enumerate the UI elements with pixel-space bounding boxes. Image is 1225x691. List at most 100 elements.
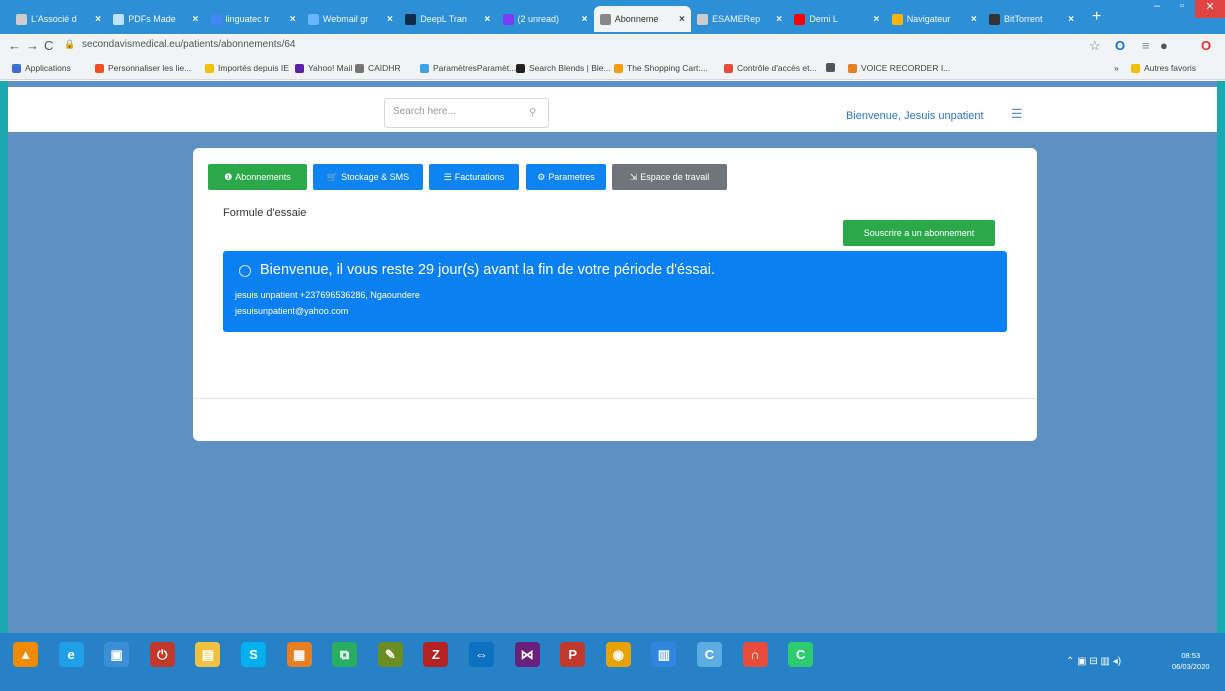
browser-tab-title: Demi L [809, 14, 838, 24]
browser-tab[interactable]: Abonneme × [593, 6, 691, 32]
subscribe-button[interactable]: Souscrire a un abonnement [843, 220, 995, 246]
close-tab-icon[interactable]: × [679, 14, 685, 25]
close-tab-icon[interactable]: × [582, 14, 588, 25]
c-app-icon[interactable]: C [697, 642, 722, 667]
system-tray-icons[interactable]: ⌃ ▣ ⊟ ▥ ◂) [1066, 656, 1121, 667]
bookmark-item[interactable]: Search Blends | Ble... [516, 63, 611, 73]
system-clock[interactable]: 08:53 06/03/2020 [1172, 650, 1210, 672]
skype-icon[interactable]: S [241, 642, 266, 667]
tab-favicon-icon [210, 13, 222, 25]
list-icon: ☰ [443, 171, 452, 182]
welcome-user-link[interactable]: Bienvenue, Jesuis unpatient [846, 110, 984, 122]
minimize-button[interactable]: – [1142, 0, 1172, 18]
browser-tab[interactable]: linguatec tr × [205, 6, 302, 32]
tab-parametres[interactable]: ⚙ Parametres [526, 164, 606, 190]
back-button[interactable]: ← [8, 38, 21, 53]
close-tab-icon[interactable]: × [192, 14, 198, 25]
browser-tab[interactable]: PDFs Made × [107, 6, 204, 32]
browser-tab[interactable]: (2 unread) × [497, 6, 594, 32]
browser-tab[interactable]: Demi L × [788, 6, 885, 32]
star-icon[interactable]: ☆ [1089, 38, 1101, 54]
search-input[interactable] [393, 106, 523, 117]
close-tab-icon[interactable]: × [290, 14, 296, 25]
bookmark-item[interactable]: Personnaliser les lie... [95, 63, 191, 73]
new-tab-button[interactable]: + [1092, 8, 1101, 26]
tab-favicon-icon [307, 13, 319, 25]
profile-icon[interactable]: ● [1160, 38, 1168, 53]
bookmark-icon [826, 63, 835, 72]
browser-tab-title: BitTorrent [1004, 14, 1043, 24]
bookmark-item[interactable] [826, 63, 839, 72]
browser-tab[interactable]: DeepL Tran × [399, 6, 496, 32]
extension-list-icon[interactable]: ≡ [1142, 38, 1150, 53]
info-circle-icon: ❶ [224, 171, 233, 182]
close-tab-icon[interactable]: × [484, 14, 490, 25]
reload-button[interactable]: C [44, 38, 53, 53]
close-tab-icon[interactable]: × [874, 14, 880, 25]
tab-abonnements[interactable]: ❶ Abonnements [208, 164, 307, 190]
bookmark-item[interactable]: Applications [12, 63, 71, 73]
close-window-button[interactable]: ✕ [1195, 0, 1225, 18]
tab-favicon-icon [794, 13, 806, 25]
card-divider [193, 398, 1037, 399]
document-app-icon[interactable]: ▥ [651, 642, 677, 667]
close-tab-icon[interactable]: × [1068, 14, 1074, 25]
bookmark-label: The Shopping Cart:... [627, 63, 708, 73]
browser-tab-title: Abonneme [614, 14, 659, 24]
bookmark-icon [724, 63, 733, 73]
vlc-icon[interactable]: ▲ [13, 642, 38, 667]
tab-facturations[interactable]: ☰ Facturations [429, 164, 519, 190]
tab-favicon-icon [891, 13, 903, 25]
network-app-icon[interactable]: ⧉ [332, 642, 358, 667]
opera-icon[interactable]: O [1201, 38, 1211, 53]
browser-tab[interactable]: ESAMERep × [691, 6, 788, 32]
browser-tab[interactable]: BitTorrent × [983, 6, 1080, 32]
browser-tab-title: (2 unread) [517, 14, 560, 24]
bookmark-label: Search Blends | Ble... [529, 63, 611, 73]
green-c-app-icon[interactable]: C [788, 642, 814, 667]
search-icon[interactable]: ⚲ [529, 107, 536, 118]
clock-date: 06/03/2020 [1172, 662, 1210, 671]
tab-espace-de-travail[interactable]: ⇲ Espace de travail [612, 164, 727, 190]
bookmark-item[interactable]: VOICE RECORDER I... [848, 63, 950, 73]
plan-title: Formule d'essaie [223, 207, 307, 219]
headphones-app-icon[interactable]: ∩ [742, 642, 768, 667]
bookmark-item[interactable]: Yahoo! Mail [295, 63, 352, 73]
other-bookmarks-folder[interactable]: Autres favoris [1131, 63, 1196, 73]
browser-tab[interactable]: Navigateur × [886, 6, 983, 32]
teamviewer-icon[interactable]: ⇔ [469, 642, 494, 667]
file-explorer-icon[interactable]: ▤ [195, 642, 221, 667]
brush-app-icon[interactable]: ✎ [377, 642, 403, 667]
bookmark-icon [516, 63, 525, 73]
address-bar[interactable]: 🔒 secondavismedical.eu/patients/abonneme… [64, 39, 295, 50]
bookmark-item[interactable]: ParamètresParamèt... [420, 63, 516, 73]
bookmark-item[interactable]: CAIDHR [355, 63, 401, 73]
bookmark-item[interactable]: Contrôle d'accès et... [724, 63, 817, 73]
close-tab-icon[interactable]: × [971, 14, 977, 25]
forward-button[interactable]: → [26, 38, 39, 53]
bookmark-item[interactable]: The Shopping Cart:... [614, 63, 708, 73]
bookmark-label: CAIDHR [368, 63, 401, 73]
close-tab-icon[interactable]: × [387, 14, 393, 25]
bookmarks-more-button[interactable]: » [1114, 63, 1119, 73]
browser-tab[interactable]: Webmail gr × [302, 6, 399, 32]
bookmark-label: Personnaliser les lie... [108, 63, 192, 73]
bookmark-label: Applications [25, 63, 71, 73]
internet-explorer-icon[interactable]: e [58, 642, 84, 667]
visual-studio-icon[interactable]: ⋈ [514, 642, 540, 667]
extension-o-icon[interactable]: O [1115, 38, 1125, 53]
maximize-button[interactable]: ▫ [1172, 0, 1192, 18]
trial-alert-message: Bienvenue, il vous reste 29 jour(s) avan… [260, 262, 715, 278]
power-app-icon[interactable]: ⏻ [149, 642, 175, 667]
p-app-icon[interactable]: P [560, 642, 586, 667]
chrome-icon[interactable]: ◉ [605, 642, 631, 667]
bookmark-item[interactable]: Importés depuis IE [205, 63, 289, 73]
filezilla-icon[interactable]: Z [423, 642, 449, 667]
menu-list-icon[interactable]: ☰ [1011, 106, 1023, 122]
browser-tab[interactable]: L'Associé d × [10, 6, 107, 32]
close-tab-icon[interactable]: × [776, 14, 782, 25]
media-app-icon[interactable]: ▦ [286, 642, 312, 667]
tab-stockage-sms[interactable]: 🛒 Stockage & SMS [313, 164, 423, 190]
close-tab-icon[interactable]: × [95, 14, 101, 25]
app-icon[interactable]: ▣ [104, 642, 130, 667]
